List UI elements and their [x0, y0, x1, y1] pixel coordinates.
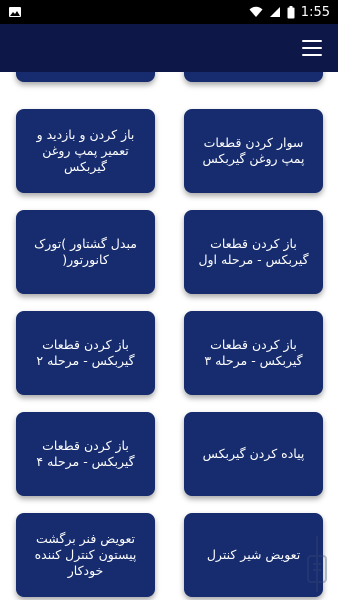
- card-label: پیاده کردن گیربکس: [202, 446, 305, 461]
- card-label: تعویض شیر کنترل: [206, 547, 301, 562]
- card-disassemble-stage-3[interactable]: باز کردن قطعات گیربکس - مرحله ۳: [184, 311, 323, 395]
- card-label: مبدل گشتاور )تورک کانورتور(: [34, 236, 137, 267]
- card-label: سوار کردن قطعات پمپ روغن گیربکس: [202, 135, 305, 166]
- card-label: باز کردن قطعات گیربکس - مرحله ۲: [36, 337, 135, 368]
- card-label: باز کردن قطعات گیربکس - مرحله ۴: [36, 438, 135, 469]
- card-replace-piston-return-spring[interactable]: تعویض فنر برگشت پیستون کنترل کننده خودکا…: [16, 513, 155, 597]
- card-torque-converter[interactable]: مبدل گشتاور )تورک کانورتور(: [16, 210, 155, 294]
- status-time: 1:55: [300, 4, 330, 20]
- card-label: باز کردن قطعات گیربکس - مرحله اول: [198, 236, 309, 267]
- app-store-watermark-icon: [307, 536, 327, 592]
- card-disassemble-stage-4[interactable]: باز کردن قطعات گیربکس - مرحله ۴: [16, 412, 155, 496]
- wifi-icon: [249, 6, 263, 17]
- card-disassemble-stage-2[interactable]: باز کردن قطعات گیربکس - مرحله ۲: [16, 311, 155, 395]
- battery-icon: [287, 5, 295, 18]
- card-grid[interactable]: سوار کردن قطعات پمپ روغن گیربکس باز کردن…: [0, 72, 338, 600]
- card-label: باز کردن قطعات گیربکس - مرحله ۳: [204, 337, 303, 368]
- hamburger-menu-icon[interactable]: [302, 40, 322, 56]
- app-bar: [0, 24, 338, 72]
- card-disassemble-stage-1[interactable]: باز کردن قطعات گیربکس - مرحله اول: [184, 210, 323, 294]
- card-replace-control-valve[interactable]: تعویض شیر کنترل: [184, 513, 323, 597]
- status-bar: 1:55: [0, 0, 338, 24]
- signal-icon: [269, 7, 280, 17]
- card-label: تعویض فنر برگشت پیستون کنترل کننده خودکا…: [34, 531, 137, 578]
- card-label: باز کردن و بازدید و تعمیر پمپ روغن گیربک…: [36, 127, 135, 174]
- card-disassemble-inspect-oil-pump[interactable]: باز کردن و بازدید و تعمیر پمپ روغن گیربک…: [16, 109, 155, 193]
- card-assemble-oil-pump[interactable]: سوار کردن قطعات پمپ روغن گیربکس: [184, 109, 323, 193]
- image-icon: [9, 7, 21, 17]
- card-partial-left[interactable]: [16, 72, 155, 82]
- card-remove-gearbox[interactable]: پیاده کردن گیربکس: [184, 412, 323, 496]
- card-partial-right[interactable]: [184, 72, 323, 82]
